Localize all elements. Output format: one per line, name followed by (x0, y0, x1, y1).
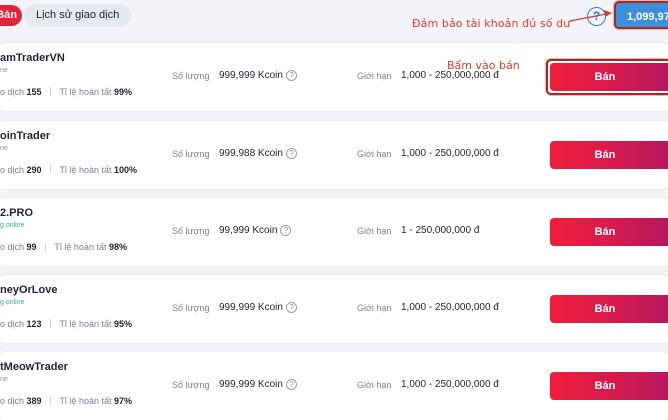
limit-value: 1,000 - 250,000,000 đ (401, 302, 499, 313)
trader-stats: o dịch 290 Tỉ lệ hoàn tất 100% (0, 165, 137, 175)
quantity-amount: 999,999 Kcoin (219, 302, 283, 313)
orders-count: 155 (26, 87, 42, 97)
trader-name[interactable]: 2.PRO (0, 207, 33, 219)
quantity-label: Số lượng (172, 149, 210, 159)
quantity-value: 999,999 Kcoin? (219, 302, 297, 313)
quantity-value: 999,999 Kcoin? (219, 379, 297, 390)
limit-label: Giới hạn (357, 149, 392, 159)
info-icon[interactable]: ? (285, 379, 297, 390)
completion-label: Tỉ lệ hoàn tất (59, 165, 112, 175)
completion-rate: 95% (113, 319, 132, 329)
trader-name[interactable]: oinTrader (0, 130, 50, 142)
trader-name[interactable]: tMeowTrader (0, 361, 68, 373)
completion-label: Tỉ lệ hoàn tất (59, 319, 112, 329)
trader-status: g online (0, 299, 25, 306)
orders-count: 99 (26, 242, 37, 252)
quantity-amount: 99,999 Kcoin (219, 225, 278, 236)
quantity-label: Số lượng (172, 380, 210, 390)
info-icon[interactable]: ? (280, 225, 292, 236)
trader-status: ne (0, 376, 8, 383)
stats-divider (50, 396, 52, 405)
info-icon[interactable]: ? (285, 70, 297, 81)
stats-divider (50, 87, 52, 96)
trader-status: ne (0, 67, 8, 74)
limit-label: Giới hạn (357, 303, 392, 313)
limit-value: 1,000 - 250,000,000 đ (401, 379, 499, 390)
quantity-label: Số lượng (172, 303, 210, 313)
completion-label: Tỉ lệ hoàn tất (54, 242, 107, 252)
orders-label: o dịch (0, 87, 25, 97)
orders-label: o dịch (0, 319, 25, 329)
annotation-arrow-icon (569, 10, 612, 22)
sell-button[interactable]: Bán (550, 218, 668, 246)
orders-label: o dịch (0, 396, 25, 406)
trader-stats: o dịch 389 Tỉ lệ hoàn tất 97% (0, 396, 132, 406)
annotation-sell-note: Bấm vào bán (447, 59, 520, 72)
completion-rate: 100% (113, 165, 138, 175)
limit-value: 1,000 - 250,000,000 đ (401, 148, 499, 159)
completion-rate: 98% (108, 242, 127, 252)
quantity-value: 999,999 Kcoin? (219, 70, 297, 81)
completion-rate: 97% (113, 396, 132, 406)
limit-value: 1 - 250,000,000 đ (401, 225, 480, 236)
completion-rate: 99% (113, 87, 132, 97)
quantity-amount: 999,988 Kcoin (219, 148, 283, 159)
sell-button[interactable]: Bán (550, 141, 668, 169)
limit-label: Giới hạn (357, 71, 392, 81)
trader-card: 2.PRO g online o dịch 99 Tỉ lệ hoàn tất … (0, 198, 668, 266)
quantity-label: Số lượng (172, 226, 210, 236)
orders-count: 123 (26, 319, 42, 329)
orders-label: o dịch (0, 242, 25, 252)
orders-count: 389 (26, 396, 42, 406)
stats-divider (45, 242, 47, 251)
trader-card: oinTrader ne o dịch 290 Tỉ lệ hoàn tất 1… (0, 121, 668, 189)
quantity-value: 99,999 Kcoin? (219, 225, 292, 236)
info-icon[interactable]: ? (285, 302, 297, 313)
annotation-sell-highlight (546, 59, 668, 95)
sell-button[interactable]: Bán (550, 295, 668, 323)
trader-card: amTraderVN ne o dịch 155 Tỉ lệ hoàn tất … (0, 43, 668, 111)
quantity-amount: 999,999 Kcoin (219, 379, 283, 390)
trader-card: neyOrLove g online o dịch 123 Tỉ lệ hoàn… (0, 275, 668, 343)
orders-count: 290 (26, 165, 42, 175)
trader-status: g online (0, 222, 25, 229)
trader-card: tMeowTrader ne o dịch 389 Tỉ lệ hoàn tất… (0, 352, 668, 420)
help-icon[interactable]: ? (587, 7, 606, 26)
quantity-amount: 999,999 Kcoin (219, 70, 283, 81)
trader-name[interactable]: neyOrLove (0, 284, 57, 296)
trader-stats: o dịch 99 Tỉ lệ hoàn tất 98% (0, 242, 127, 252)
trader-stats: o dịch 123 Tỉ lệ hoàn tất 95% (0, 319, 132, 329)
trader-name[interactable]: amTraderVN (0, 52, 65, 64)
limit-label: Giới hạn (357, 226, 392, 236)
completion-label: Tỉ lệ hoàn tất (59, 396, 112, 406)
completion-label: Tỉ lệ hoàn tất (59, 87, 112, 97)
trader-status: ne (0, 145, 8, 152)
balance-button[interactable]: 1,099,973 (614, 1, 668, 29)
orders-label: o dịch (0, 165, 25, 175)
quantity-label: Số lượng (172, 71, 210, 81)
sell-button[interactable]: Bán (550, 372, 668, 400)
info-icon[interactable]: ? (285, 148, 297, 159)
top-bar: Bán Lịch sử giao dịch Đảm bảo tài khoản … (0, 0, 668, 38)
stats-divider (50, 319, 52, 328)
quantity-value: 999,988 Kcoin? (219, 148, 297, 159)
stats-divider (50, 165, 52, 174)
trader-stats: o dịch 155 Tỉ lệ hoàn tất 99% (0, 87, 132, 97)
limit-label: Giới hạn (357, 380, 392, 390)
